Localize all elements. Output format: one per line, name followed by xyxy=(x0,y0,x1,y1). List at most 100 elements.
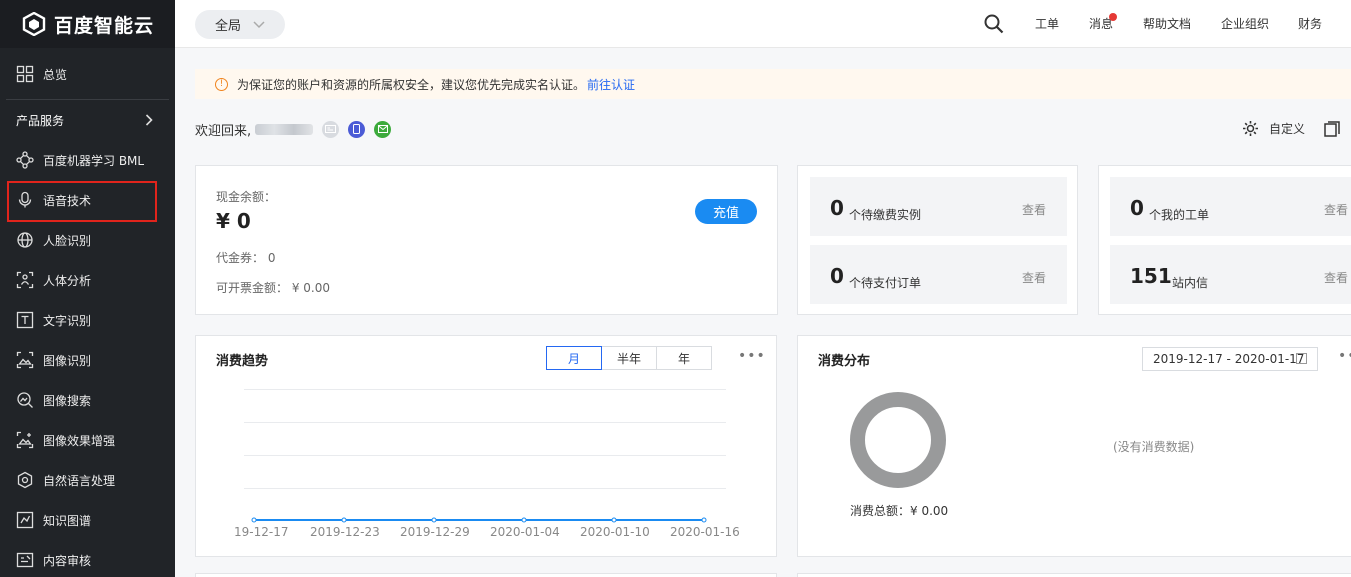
top-header: 全局 工单 消息 帮助文档 企业组织 财务 xyxy=(175,0,1351,48)
region-selector[interactable]: 全局 xyxy=(195,10,285,39)
recharge-button[interactable]: 充值 xyxy=(695,199,757,224)
sidebar-item-body[interactable]: 人体分析 xyxy=(0,260,175,300)
calendar-icon xyxy=(1296,353,1307,364)
ticket-stats-card: 0 个我的工单 查看 151 站内信 查看 xyxy=(1098,165,1351,315)
gear-icon xyxy=(1243,121,1258,136)
voucher-text: 代金券： 0 xyxy=(216,251,276,265)
search-icon[interactable] xyxy=(983,13,1005,35)
sidebar-item-bml[interactable]: 百度机器学习 BML xyxy=(0,140,175,180)
sidebar-item-label: 图像搜索 xyxy=(43,393,92,408)
sidebar-item-label: 人体分析 xyxy=(43,273,92,288)
verify-link[interactable]: 前往认证 xyxy=(587,76,635,93)
grid-icon xyxy=(16,65,34,83)
nav-ticket-link[interactable]: 工单 xyxy=(1035,15,1059,32)
sidebar-item-overview[interactable]: 总览 xyxy=(0,54,175,94)
sidebar-item-image-search[interactable]: 图像搜索 xyxy=(0,380,175,420)
welcome-bar: 欢迎回来, xyxy=(195,120,392,139)
sidebar-group-products[interactable]: 产品服务 xyxy=(0,100,175,140)
consumption-distribution-card: 消费分布 2019-12-17 - 2020-01-17 •• 消费总额：¥ 0… xyxy=(797,335,1351,557)
sidebar: 百度智能云 总览 产品服务 百度机器学习 BML 语音技术 人脸识别 人体分析 … xyxy=(0,0,175,577)
sidebar-item-label: 自然语言处理 xyxy=(43,473,116,488)
nodes-icon xyxy=(16,151,34,169)
sidebar-item-ocr[interactable]: 文字识别 xyxy=(0,300,175,340)
sidebar-item-face[interactable]: 人脸识别 xyxy=(0,220,175,260)
data-point[interactable] xyxy=(521,517,527,523)
my-tickets-stat[interactable]: 0 个我的工单 查看 xyxy=(1110,177,1351,236)
data-point[interactable] xyxy=(251,517,257,523)
stat-number: 0 xyxy=(1130,196,1144,220)
sidebar-item-image-enhance[interactable]: 图像效果增强 xyxy=(0,420,175,460)
date-range-picker[interactable]: 2019-12-17 - 2020-01-17 xyxy=(1142,347,1318,371)
sidebar-item-content-review[interactable]: 内容审核 xyxy=(0,540,175,577)
sidebar-item-label: 图像效果增强 xyxy=(43,433,116,448)
site-messages-stat[interactable]: 151 站内信 查看 xyxy=(1110,245,1351,304)
data-point[interactable] xyxy=(341,517,347,523)
stat-number: 0 xyxy=(830,264,844,288)
bottom-card xyxy=(195,573,777,577)
data-point[interactable] xyxy=(431,517,437,523)
sidebar-item-knowledge-graph[interactable]: 知识图谱 xyxy=(0,500,175,540)
brand-logo[interactable]: 百度智能云 xyxy=(0,0,175,48)
view-link[interactable]: 查看 xyxy=(1324,201,1348,218)
sidebar-item-label: 知识图谱 xyxy=(43,513,92,528)
view-link[interactable]: 查看 xyxy=(1022,269,1046,286)
nlp-icon xyxy=(16,471,34,489)
sidebar-item-label: 人脸识别 xyxy=(43,233,92,248)
region-label: 全局 xyxy=(215,19,242,34)
pending-orders-stat[interactable]: 0 个待支付订单 查看 xyxy=(810,245,1067,304)
trend-chart xyxy=(251,517,707,523)
sidebar-group-label: 产品服务 xyxy=(16,113,65,128)
stat-number: 0 xyxy=(830,196,844,220)
stat-label: 个待支付订单 xyxy=(849,276,922,290)
x-tick-label: 19-12-17 xyxy=(234,525,289,539)
invoice-amount-text: 可开票金额： ¥ 0.00 xyxy=(216,281,330,295)
warning-icon: ! xyxy=(215,77,228,91)
welcome-text: 欢迎回来, xyxy=(195,123,252,139)
notification-dot xyxy=(1109,13,1117,21)
brand-name: 百度智能云 xyxy=(54,14,155,37)
x-tick-label: 2020-01-04 xyxy=(490,525,560,539)
view-link[interactable]: 查看 xyxy=(1022,201,1046,218)
chevron-down-icon xyxy=(253,20,265,28)
sidebar-item-label: 百度机器学习 BML xyxy=(43,153,145,168)
view-link[interactable]: 查看 xyxy=(1324,269,1348,286)
content-review-icon xyxy=(16,551,34,569)
nav-help-docs-link[interactable]: 帮助文档 xyxy=(1143,15,1191,32)
tab-month[interactable]: 月 xyxy=(546,346,602,370)
data-point[interactable] xyxy=(701,517,707,523)
customize-button[interactable]: 自定义 xyxy=(1242,120,1340,137)
bottom-card xyxy=(797,573,1351,577)
sidebar-item-nlp[interactable]: 自然语言处理 xyxy=(0,460,175,500)
image-recognition-icon xyxy=(16,351,34,369)
data-point[interactable] xyxy=(611,517,617,523)
cash-balance-value: ¥ 0 xyxy=(216,209,251,233)
notice-text: 为保证您的账户和资源的所属权安全，建议您优先完成实名认证。 xyxy=(237,77,586,92)
text-box-icon xyxy=(16,311,34,329)
more-options-icon[interactable]: •• xyxy=(1338,348,1351,364)
image-enhance-icon xyxy=(16,431,34,449)
copy-icon[interactable] xyxy=(1324,120,1340,137)
cloud-logo-icon xyxy=(22,12,46,36)
image-search-icon xyxy=(16,391,34,409)
selection-highlight xyxy=(7,181,157,222)
body-scan-icon xyxy=(16,271,34,289)
id-card-icon[interactable] xyxy=(322,120,340,138)
cash-balance-label: 现金余额： xyxy=(216,190,277,204)
nav-finance-link[interactable]: 财务 xyxy=(1298,15,1322,32)
consumption-trend-card: 消费趋势 月 半年 年 ••• 19-12-17 2019-12-23 2019-1… xyxy=(195,335,777,557)
sidebar-item-label: 图像识别 xyxy=(43,353,92,368)
sidebar-item-label: 内容审核 xyxy=(43,553,92,568)
stat-label: 个我的工单 xyxy=(1149,208,1210,222)
sidebar-item-image-recognition[interactable]: 图像识别 xyxy=(0,340,175,380)
nav-organization-link[interactable]: 企业组织 xyxy=(1221,15,1269,32)
phone-icon[interactable] xyxy=(348,120,366,138)
balance-card: 现金余额： ¥ 0 充值 代金券： 0 可开票金额： ¥ 0.00 xyxy=(195,165,778,315)
x-tick-label: 2020-01-10 xyxy=(580,525,650,539)
pending-instances-stat[interactable]: 0 个待缴费实例 查看 xyxy=(810,177,1067,236)
knowledge-graph-icon xyxy=(16,511,34,529)
chevron-right-icon xyxy=(145,114,153,126)
total-consumption: 消费总额：¥ 0.00 xyxy=(850,504,949,518)
billing-stats-card: 0 个待缴费实例 查看 0 个待支付订单 查看 xyxy=(797,165,1078,315)
email-icon[interactable] xyxy=(374,120,392,138)
verification-notice: ! 为保证您的账户和资源的所属权安全，建议您优先完成实名认证。 前往认证 xyxy=(195,69,1351,99)
